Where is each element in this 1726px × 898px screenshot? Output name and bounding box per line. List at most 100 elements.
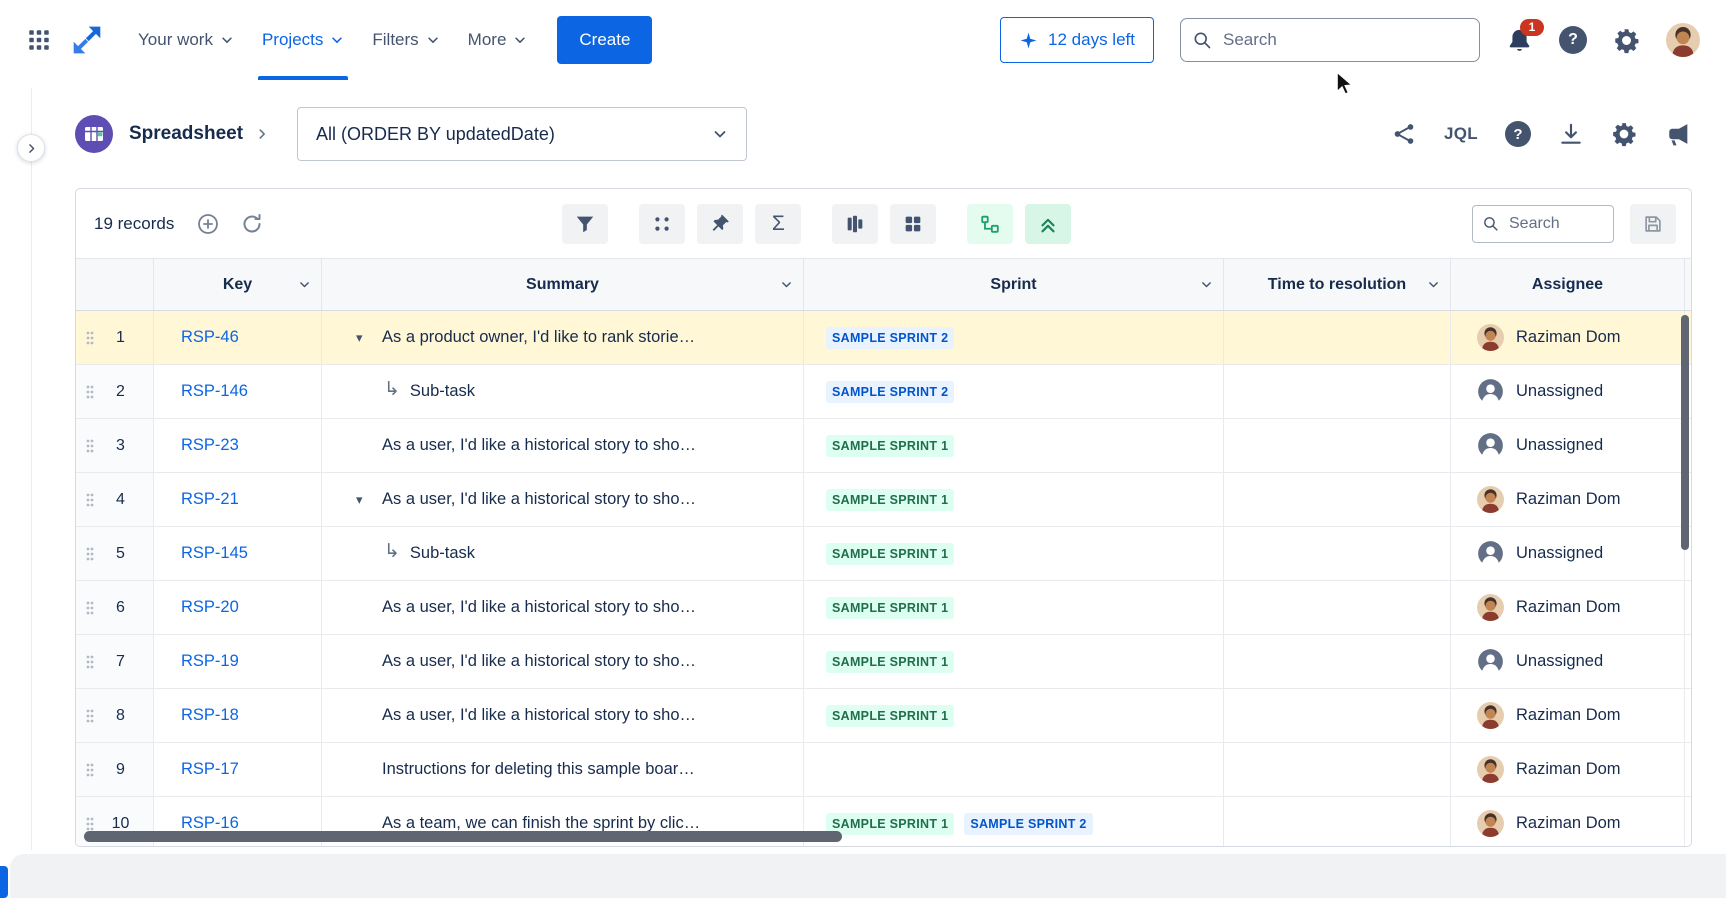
table-row[interactable]: 1 RSP-46 ▾ As a product owner, I'd like … <box>76 311 1691 365</box>
time-to-resolution-cell[interactable] <box>1224 743 1451 796</box>
drag-handle-icon[interactable] <box>85 707 95 725</box>
jql-button[interactable]: JQL <box>1444 124 1478 144</box>
assignee-cell[interactable]: Unassigned <box>1451 527 1685 580</box>
assignee-cell[interactable]: Raziman Dom <box>1451 473 1685 526</box>
summary-cell[interactable]: ▾ As a user, I'd like a historical story… <box>322 581 804 634</box>
drag-handle-icon[interactable] <box>85 491 95 509</box>
assignee-cell[interactable]: Raziman Dom <box>1451 581 1685 634</box>
drag-handle-icon[interactable] <box>85 761 95 779</box>
horizontal-scrollbar[interactable] <box>84 831 842 842</box>
expand-caret-icon[interactable]: ▾ <box>356 492 382 508</box>
assignee-cell[interactable]: Unassigned <box>1451 635 1685 688</box>
chevron-down-icon[interactable] <box>298 278 311 291</box>
chevron-down-icon[interactable] <box>1427 278 1440 291</box>
assignee-cell[interactable]: Raziman Dom <box>1451 311 1685 364</box>
time-to-resolution-cell[interactable] <box>1224 797 1451 847</box>
board-settings-button[interactable] <box>1611 121 1637 147</box>
sprint-cell[interactable]: SAMPLE SPRINT 2 <box>804 365 1224 418</box>
assignee-cell[interactable]: Unassigned <box>1451 365 1685 418</box>
drag-handle-icon[interactable] <box>85 329 95 347</box>
vertical-scrollbar[interactable] <box>1681 315 1689 550</box>
save-button[interactable] <box>1630 204 1676 244</box>
jira-logo-icon[interactable] <box>70 23 104 57</box>
announcements-button[interactable] <box>1664 120 1692 148</box>
table-row[interactable]: 3 RSP-23 ▾ As a user, I'd like a histori… <box>76 419 1691 473</box>
issue-key-link[interactable]: RSP-46 <box>154 328 239 347</box>
time-to-resolution-cell[interactable] <box>1224 635 1451 688</box>
summary-cell[interactable]: ▾ As a user, I'd like a historical story… <box>322 635 804 688</box>
time-to-resolution-cell[interactable] <box>1224 311 1451 364</box>
selection-button[interactable] <box>639 204 685 244</box>
summary-cell[interactable]: ▾ As a product owner, I'd like to rank s… <box>322 311 804 364</box>
time-to-resolution-cell[interactable] <box>1224 419 1451 472</box>
time-to-resolution-cell[interactable] <box>1224 689 1451 742</box>
refresh-button[interactable] <box>240 212 264 236</box>
export-button[interactable] <box>1558 121 1584 147</box>
collapse-all-button[interactable] <box>1025 204 1071 244</box>
table-row[interactable]: 5 RSP-145 ▾ ↳ Sub-task SAMPLE SPRINT 1 U… <box>76 527 1691 581</box>
drag-handle-icon[interactable] <box>85 437 95 455</box>
summary-cell[interactable]: ▾ Instructions for deleting this sample … <box>322 743 804 796</box>
table-row[interactable]: 6 RSP-20 ▾ As a user, I'd like a histori… <box>76 581 1691 635</box>
sprint-cell[interactable]: SAMPLE SPRINT 1 <box>804 635 1224 688</box>
nav-projects[interactable]: Projects <box>248 0 358 80</box>
issue-key-link[interactable]: RSP-18 <box>154 706 239 725</box>
table-row[interactable]: 4 RSP-21 ▾ As a user, I'd like a histori… <box>76 473 1691 527</box>
sprint-cell[interactable]: SAMPLE SPRINT 1SAMPLE SPRINT 2 <box>804 797 1224 847</box>
share-button[interactable] <box>1391 121 1417 147</box>
table-row[interactable]: 2 RSP-146 ▾ ↳ Sub-task SAMPLE SPRINT 2 U… <box>76 365 1691 419</box>
sprint-cell[interactable]: SAMPLE SPRINT 2 <box>804 311 1224 364</box>
pin-button[interactable] <box>697 204 743 244</box>
header-cell-time-to-resolution[interactable]: Time to resolution <box>1224 259 1451 310</box>
drag-handle-icon[interactable] <box>85 653 95 671</box>
summary-cell[interactable]: ▾ ↳ Sub-task <box>322 527 804 580</box>
summary-cell[interactable]: ▾ As a user, I'd like a historical story… <box>322 689 804 742</box>
sprint-cell[interactable]: SAMPLE SPRINT 1 <box>804 581 1224 634</box>
time-to-resolution-cell[interactable] <box>1224 473 1451 526</box>
table-row[interactable]: 9 RSP-17 ▾ Instructions for deleting thi… <box>76 743 1691 797</box>
header-cell-assignee[interactable]: Assignee <box>1451 259 1685 310</box>
expand-caret-icon[interactable]: ▾ <box>356 330 382 346</box>
sprint-cell[interactable]: SAMPLE SPRINT 1 <box>804 527 1224 580</box>
issue-key-link[interactable]: RSP-145 <box>154 544 248 563</box>
sprint-cell[interactable]: SAMPLE SPRINT 1 <box>804 419 1224 472</box>
sprint-cell[interactable]: SAMPLE SPRINT 1 <box>804 473 1224 526</box>
sprint-cell[interactable]: SAMPLE SPRINT 1 <box>804 689 1224 742</box>
time-to-resolution-cell[interactable] <box>1224 365 1451 418</box>
table-row[interactable]: 8 RSP-18 ▾ As a user, I'd like a histori… <box>76 689 1691 743</box>
trial-button[interactable]: 12 days left <box>1000 17 1154 63</box>
time-to-resolution-cell[interactable] <box>1224 527 1451 580</box>
summary-cell[interactable]: ▾ As a user, I'd like a historical story… <box>322 473 804 526</box>
row-number-cell[interactable]: 8 <box>76 689 154 742</box>
notifications-button[interactable]: 1 <box>1506 27 1533 54</box>
issue-key-link[interactable]: RSP-17 <box>154 760 239 779</box>
row-number-cell[interactable]: 4 <box>76 473 154 526</box>
row-number-cell[interactable]: 3 <box>76 419 154 472</box>
drag-handle-icon[interactable] <box>85 545 95 563</box>
help-button[interactable]: ? <box>1559 26 1587 54</box>
hierarchy-button[interactable] <box>967 204 1013 244</box>
row-number-cell[interactable]: 5 <box>76 527 154 580</box>
nav-your-work[interactable]: Your work <box>124 0 248 80</box>
issue-key-link[interactable]: RSP-19 <box>154 652 239 671</box>
table-row[interactable]: 7 RSP-19 ▾ As a user, I'd like a histori… <box>76 635 1691 689</box>
assignee-cell[interactable]: Raziman Dom <box>1451 689 1685 742</box>
issue-key-link[interactable]: RSP-146 <box>154 382 248 401</box>
grid-view-button[interactable] <box>890 204 936 244</box>
settings-button[interactable] <box>1613 27 1640 54</box>
assignee-cell[interactable]: Raziman Dom <box>1451 797 1685 847</box>
row-number-cell[interactable]: 6 <box>76 581 154 634</box>
row-number-cell[interactable]: 7 <box>76 635 154 688</box>
summary-cell[interactable]: ▾ ↳ Sub-task <box>322 365 804 418</box>
drag-handle-icon[interactable] <box>85 815 95 833</box>
header-cell-key[interactable]: Key <box>154 259 322 310</box>
header-cell-summary[interactable]: Summary <box>322 259 804 310</box>
nav-more[interactable]: More <box>454 0 542 80</box>
create-button[interactable]: Create <box>557 16 652 64</box>
issue-key-link[interactable]: RSP-21 <box>154 490 239 509</box>
sum-button[interactable]: Σ <box>755 204 801 244</box>
drag-handle-icon[interactable] <box>85 383 95 401</box>
row-number-cell[interactable]: 2 <box>76 365 154 418</box>
profile-button[interactable] <box>1666 23 1700 57</box>
chevron-down-icon[interactable] <box>780 278 793 291</box>
